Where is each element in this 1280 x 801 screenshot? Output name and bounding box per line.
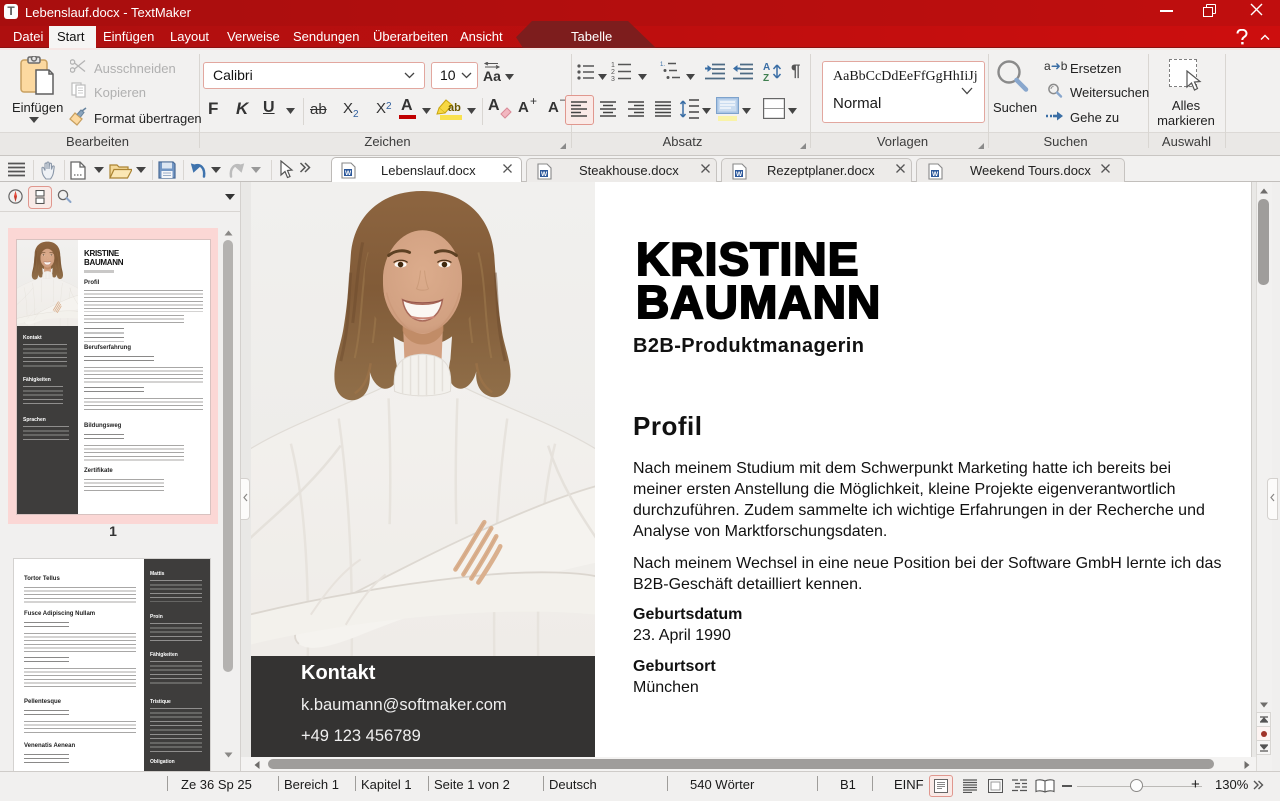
svg-text:ab: ab <box>448 102 461 114</box>
svg-text:1: 1 <box>611 62 615 69</box>
svg-text:W: W <box>932 171 939 178</box>
svg-text:W: W <box>541 171 548 178</box>
svg-text:A: A <box>763 62 770 73</box>
svg-text:2: 2 <box>611 69 615 76</box>
svg-text:W: W <box>345 170 352 177</box>
svg-text:Z: Z <box>763 73 769 82</box>
svg-text:1.: 1. <box>660 62 665 68</box>
svg-text:3: 3 <box>611 76 615 81</box>
svg-text:W: W <box>736 171 743 178</box>
